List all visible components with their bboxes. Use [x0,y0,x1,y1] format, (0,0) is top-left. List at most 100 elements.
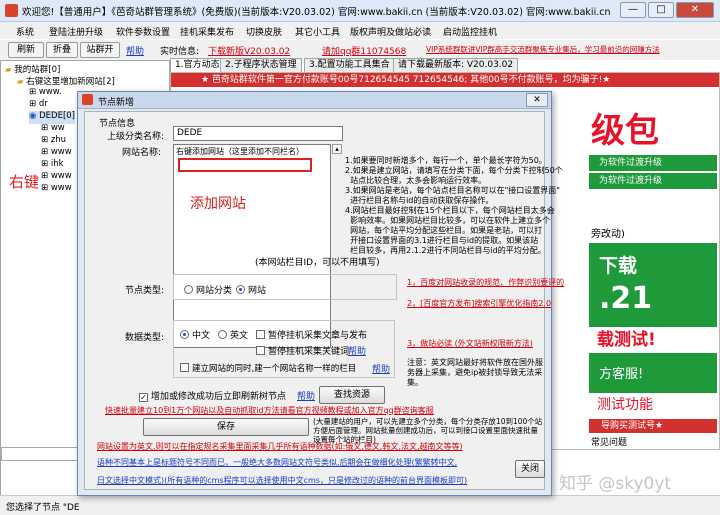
must-read-link[interactable]: 3，做站必读 (外文站新权限新方法) [407,338,533,349]
check-build-same[interactable]: 建立网站的同时,建一个网站名称一样的栏目 [180,362,356,374]
menu-monitor[interactable]: 启动监控挂机 [443,25,497,38]
parent-field[interactable]: DEDE [173,126,343,141]
fast-build-link[interactable]: 快速批量建立10到1万个网站以及自动抓取id方法请看官方视频教程或加入官方qq群… [105,405,434,416]
check-pause-keyword[interactable]: 暂停挂机采集关键词 [256,344,349,357]
section-label: 节点信息 [99,119,136,129]
help-link[interactable]: 帮助 [372,362,390,375]
download-text: 下载 [599,255,638,277]
maximize-button[interactable]: □ [648,2,674,18]
data-type-label: 数据类型: [125,333,165,343]
vip-notice-link[interactable]: VIP系统群联讲VIP群高手交流群聚焦专业集后，学习最前沿的网赚方法 [426,44,660,55]
toolbar: 刷新 折叠 站群开 帮助 实时信息: 下载新版V20.03.02 请加qq群11… [0,40,720,60]
ad-strip: ★ 芭奇站群软件第一官方付款账号00号712654545 712654546; … [171,73,719,87]
menu-copyright[interactable]: 版权声明及做站必读 [350,25,431,38]
status-text: 您选择了节点 "DE [6,503,80,513]
expand-icon: ⊞ [29,87,37,97]
seo-guide-link[interactable]: 2，[百度官方发布]搜索引擎优化指南2.0 [407,298,551,309]
menu-settings[interactable]: 软件参数设置 [116,25,170,38]
expand-icon: ⊞ [41,183,49,193]
expand-icon: ⊞ [29,99,37,109]
add-site-annotation: 添加网站 [190,196,246,212]
language-note-link-2[interactable]: 日文选择中文模式)(所有语种的cms程序可以选择使用中文cms，只是修改过的语种… [97,475,467,486]
scroll-up-icon[interactable]: ▴ [332,144,342,154]
tab-subprogram[interactable]: 2.子程序状态管理 [220,58,302,72]
expand-icon: ⊞ [41,123,49,133]
dialog-close-icon[interactable]: ✕ [526,93,548,107]
parent-label: 上级分类名称: [107,132,165,142]
support-text: 方客服! [599,367,644,382]
tab-tools[interactable]: 3.配置功能工具集合 [304,58,395,72]
faq-link[interactable]: 常见问题 [591,435,627,448]
close-dialog-button[interactable]: 关闭 [515,460,545,478]
qq-group-link[interactable]: 请加qq群11074568 [322,44,406,57]
node-type-group: 网站分类 网站 [173,274,397,300]
dialog-title-bar: 节点新增 ✕ [78,92,551,109]
radio-chinese[interactable]: 中文 [180,328,210,341]
save-note: (大量建站的用户，可以先建立多个分类，每个分类存放10到100个站方便后面管理。… [313,417,543,444]
expand-icon: ⊞ [41,135,49,145]
english-note: 注意：英文网站最好将软件放在国外服务器上采集，避免ip被封锁导致无法采集。 [407,358,543,387]
help-link[interactable]: 帮助 [297,389,315,402]
help-link[interactable]: 帮助 [348,344,366,357]
help-link[interactable]: 帮助 [126,44,144,57]
save-button[interactable]: 保存 [143,418,309,436]
collapse-button[interactable]: 折叠 [46,42,78,58]
expand-icon: ⊞ [41,171,49,181]
menu-login[interactable]: 登陆注册升级 [49,25,103,38]
test-function-text: 测试功能 [589,393,717,417]
language-warning-link[interactable]: 网站设置为英文,则可以在指定规名采集里面采集几乎所有语种数据(如:俄文,德文,韩… [97,441,463,452]
dialog-title: 节点新增 [98,98,135,108]
download-link[interactable]: 下载新版V20.03.02 [208,44,290,57]
menu-skin[interactable]: 切换皮肤 [246,25,282,38]
expand-icon: ⊞ [41,147,49,157]
tab-official-news[interactable]: 1.官方动态 [170,58,225,72]
radio-site[interactable]: 网站 [236,283,266,296]
expand-button[interactable]: 站群开 [80,42,120,58]
menu-system[interactable]: 系统 [16,25,34,38]
site-name-text: 右键添加网站（这里添加不同栏名） [176,147,304,156]
refresh-button[interactable]: 刷新 [8,42,44,58]
window-title: 欢迎您!【普通用户】《芭奇站群管理系统》(免费版)(当前版本:V20.03.02… [22,7,611,18]
title-bar: 欢迎您!【普通用户】《芭奇站群管理系统》(免费版)(当前版本:V20.03.02… [0,0,720,22]
main-tabs: 1.官方动态 2.子程序状态管理 3.配置功能工具集合 请下载最新版本: V20… [170,58,720,72]
radio-english[interactable]: 英文 [218,328,248,341]
globe-icon: ◉ [29,111,37,121]
tree-node[interactable]: ⊞ www [41,183,72,196]
baidu-rule-link[interactable]: 1，百度对网站收录的规范、作弊识别要评的 [407,277,564,288]
highlight-box [178,158,312,172]
upgrade-banner-2[interactable]: 为软件过渡升级 [589,173,717,189]
name-label: 网站名称: [122,148,162,158]
right-click-annotation: 右键 [9,173,40,191]
language-note-link-1[interactable]: 语种不同基本上是标题符号不同而已，一般绝大多数网站文符号类似,后期会在做细化处理… [97,457,457,468]
radio-category[interactable]: 网站分类 [184,283,232,296]
event-text: 旁改动) [591,229,625,240]
status-bar: 您选择了节点 "DE [0,495,720,515]
dialog-body: 节点信息 上级分类名称: DEDE 网站名称: 右键添加网站（这里添加不同栏名）… [84,111,564,490]
check-refresh-tree[interactable]: ✓ 增加或修改成功后立即刷新树节点 [139,389,286,402]
menu-bar: 系统 登陆注册升级 软件参数设置 挂机采集发布 切换皮肤 其它小工具 版权声明及… [0,22,720,39]
node-add-dialog: 节点新增 ✕ 节点信息 上级分类名称: DEDE 网站名称: 右键添加网站（这里… [77,91,564,496]
find-resource-button[interactable]: 查找资源 [319,386,385,404]
site-name-textarea[interactable]: 右键添加网站（这里添加不同栏名） 添加网站 [173,144,331,348]
version-text: .21 [599,281,653,316]
upgrade-banner-1[interactable]: 为软件过渡升级 [589,155,717,171]
minimize-button[interactable]: — [620,2,646,18]
expand-icon: ⊞ [41,159,49,169]
name-notes: 1.如果要同时新增多个，每行一个，单个最长字符为50。 2.如果是建立网站，请填… [345,156,563,255]
close-button[interactable]: ✕ [676,2,714,18]
tab-download[interactable]: 请下载最新版本: V20.03.02 [393,58,519,72]
free-test-text: 载测试! [589,327,717,353]
folder-icon: ▰ [17,77,24,87]
check-pause-collect[interactable]: 暂停挂机采集文章与发布 [256,328,367,341]
menu-tools[interactable]: 其它小工具 [295,25,340,38]
app-icon [82,94,93,105]
watermark: 知乎 @sky0yt [559,474,672,494]
info-label: 实时信息: [160,47,200,57]
menu-collect[interactable]: 挂机采集发布 [180,25,234,38]
id-note: (本网站栏目ID，可以不用填写) [255,258,380,268]
folder-icon: ▰ [5,65,12,75]
banner-big-text: 级包 [591,111,659,151]
buy-test-link[interactable]: 导购买测试号★ [589,419,717,433]
data-type-group: 中文 英文 暂停挂机采集文章与发布 暂停挂机采集关键词 帮助 建立网站的同时,建… [173,320,395,378]
app-icon [5,4,18,17]
